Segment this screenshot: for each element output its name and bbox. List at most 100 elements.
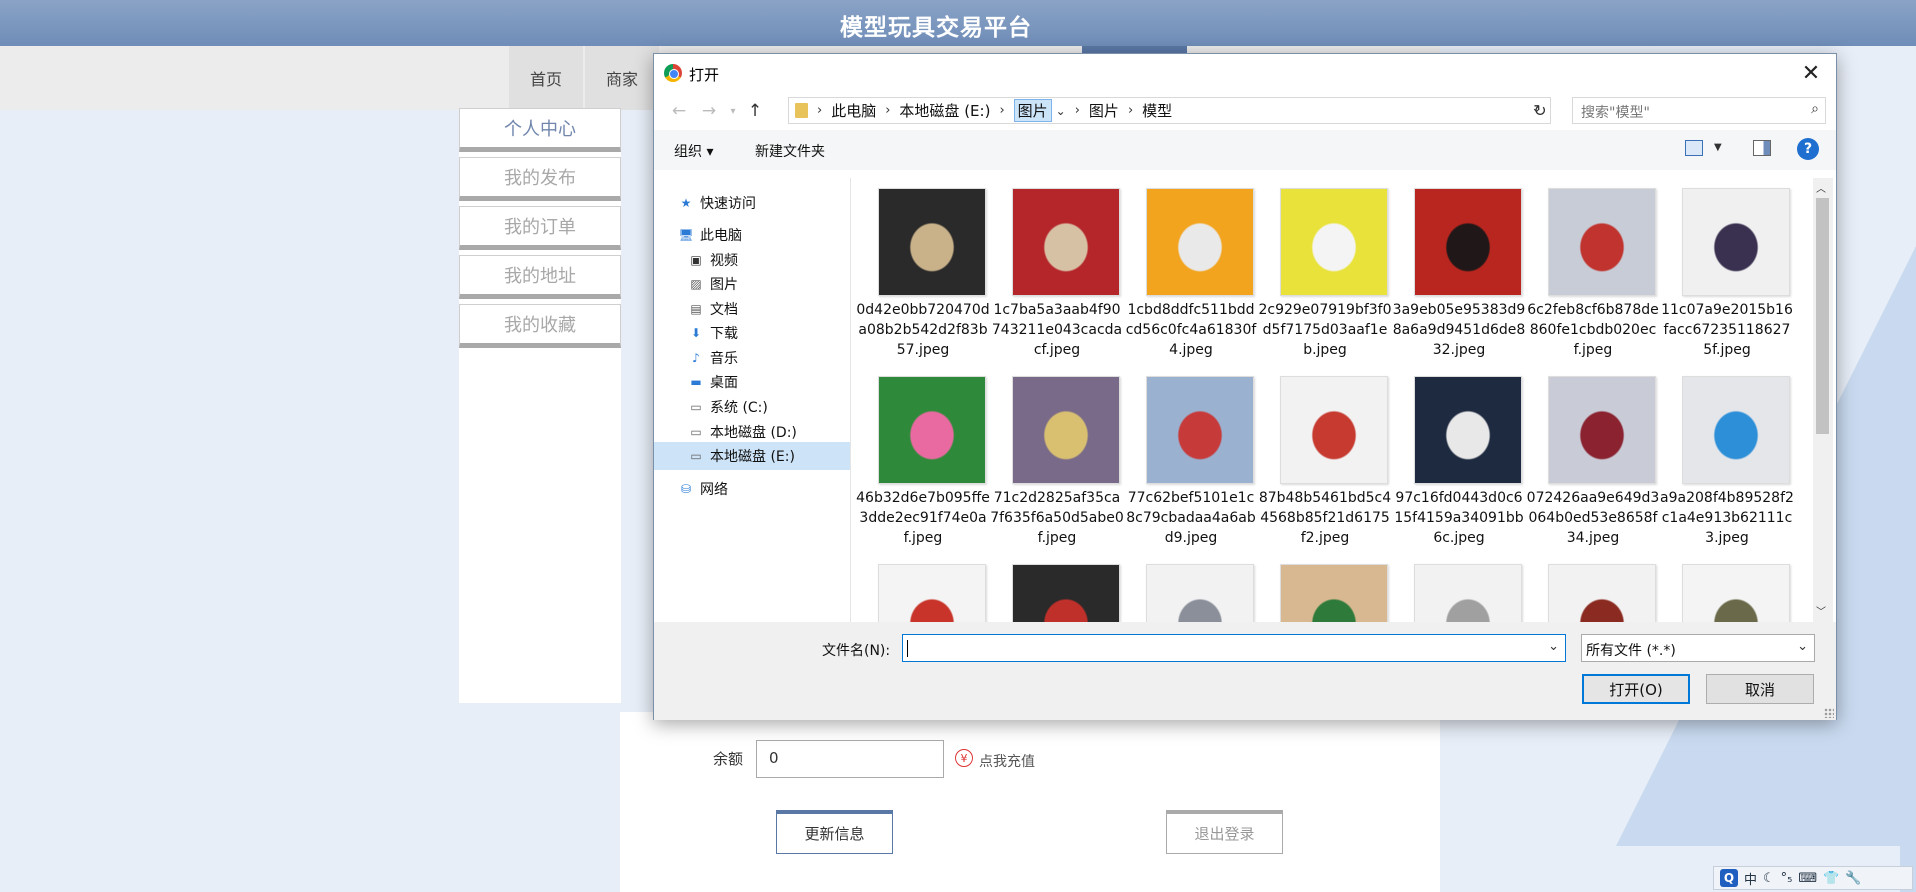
nav-pane-item[interactable]: 🖥 此电脑 [654, 221, 850, 249]
recharge-link[interactable]: 点我充值 [979, 751, 1035, 771]
view-dropdown-icon[interactable]: ▼ [1714, 142, 1722, 153]
update-info-button[interactable]: 更新信息 [776, 810, 893, 854]
balance-field[interactable]: 0 [756, 740, 944, 778]
nav-pane-item[interactable]: ⬇ 下载 [654, 319, 850, 347]
file-item[interactable] [1526, 554, 1660, 622]
filename-input[interactable]: ⌄ [902, 634, 1566, 662]
tray-icon[interactable]: 中 [1744, 869, 1757, 888]
file-thumbnail [1280, 564, 1388, 622]
recent-dropdown-icon[interactable]: ▾ [722, 100, 744, 122]
breadcrumb-pictures-highlighted[interactable]: 图片 [1013, 99, 1052, 122]
scroll-up-icon[interactable]: ︿ [1816, 180, 1826, 195]
file-item[interactable]: 2c929e07919bf3f0d5f7175d03aaf1eb.jpeg [1258, 178, 1392, 366]
organize-menu[interactable]: 组织 ▾ [674, 141, 713, 161]
breadcrumb-models[interactable]: 模型 [1142, 100, 1172, 121]
file-item[interactable]: 3a9eb05e95383d98a6a9d9451d6de832.jpeg [1392, 178, 1526, 366]
nav-pane-item[interactable]: ▭ 系统 (C:) [654, 393, 850, 421]
forward-arrow-icon[interactable]: → [698, 100, 720, 122]
tray-icon[interactable]: °₅ [1781, 871, 1793, 886]
address-bar[interactable]: › 此电脑 › 本地磁盘 (E:) › 图片 ⌄ › 图片 › 模型 ⌄ [788, 97, 1551, 124]
tray-icon[interactable]: 🔧 [1845, 871, 1861, 886]
open-button[interactable]: 打开(O) [1582, 674, 1690, 704]
file-item[interactable] [856, 554, 990, 622]
search-icon: ⌕ [1811, 101, 1819, 117]
dialog-footer: 文件名(N): ⌄ 所有文件 (*.*) ⌄ 打开(O) 取消 [654, 622, 1836, 720]
nav-merchant[interactable]: 商家 [585, 46, 659, 110]
file-item[interactable]: 11c07a9e2015b16facc672351186275f.jpeg [1660, 178, 1794, 366]
nav-pane-item[interactable]: ▭ 本地磁盘 (E:) [654, 442, 850, 470]
file-thumbnail [1012, 564, 1120, 622]
file-item[interactable] [1392, 554, 1526, 622]
back-arrow-icon[interactable]: ← [668, 100, 690, 122]
file-item[interactable]: 87b48b5461bd5c44568b85f21d6175f2.jpeg [1258, 366, 1392, 554]
nav-pane-item[interactable]: ★ 快速访问 [654, 189, 850, 217]
chevron-down-icon[interactable]: ⌄ [1056, 104, 1066, 118]
nav-pane-item[interactable]: ⛁ 网络 [654, 475, 850, 503]
yen-icon[interactable]: ¥ [955, 749, 973, 767]
file-name: 71c2d2825af35ca7f635f6a50d5abe0f.jpeg [990, 490, 1124, 546]
up-arrow-icon[interactable]: ↑ [744, 100, 766, 122]
file-thumbnail [1548, 188, 1656, 296]
breadcrumb-this-pc[interactable]: 此电脑 [831, 100, 876, 121]
filename-dropdown-icon[interactable]: ⌄ [1548, 639, 1559, 654]
file-item[interactable] [1124, 554, 1258, 622]
view-mode-icon[interactable] [1685, 140, 1703, 156]
resize-grip-icon[interactable] [1824, 708, 1834, 718]
file-item[interactable]: 1cbd8ddfc511bddcd56c0fc4a61830f4.jpeg [1124, 178, 1258, 366]
new-folder-button[interactable]: 新建文件夹 [755, 141, 825, 161]
file-item[interactable]: 6c2feb8cf6b878de860fe1cbdb020ecf.jpeg [1526, 178, 1660, 366]
file-item[interactable]: 71c2d2825af35ca7f635f6a50d5abe0f.jpeg [990, 366, 1124, 554]
sidebar-item-publish[interactable]: 我的发布 [459, 157, 621, 201]
breadcrumb-pictures[interactable]: 图片 [1089, 100, 1119, 121]
file-open-dialog: 打开 ✕ ← → ▾ ↑ › 此电脑 › 本地磁盘 (E:) › 图片 ⌄ › … [653, 53, 1837, 720]
desktop-icon: ▬ [690, 375, 702, 389]
nav-pane-item[interactable]: ▬ 桌面 [654, 368, 850, 396]
file-thumbnail [878, 188, 986, 296]
dialog-titlebar: 打开 ✕ [654, 54, 1836, 92]
vertical-scrollbar[interactable]: ︿ ﹀ [1813, 178, 1833, 622]
documents-icon: ▤ [690, 302, 702, 316]
file-item[interactable]: 97c16fd0443d0c615f4159a34091bb6c.jpeg [1392, 366, 1526, 554]
file-item[interactable] [1258, 554, 1392, 622]
sidebar-item-orders[interactable]: 我的订单 [459, 206, 621, 250]
tray-icon[interactable]: 👕 [1823, 871, 1839, 886]
file-item[interactable]: 1c7ba5a3aab4f90743211e043cacdacf.jpeg [990, 178, 1124, 366]
file-item[interactable] [990, 554, 1124, 622]
file-name: 2c929e07919bf3f0d5f7175d03aaf1eb.jpeg [1258, 302, 1392, 358]
music-icon: ♪ [692, 351, 700, 365]
file-list-pane: 0d42e0bb720470da08b2b542d2f83b57.jpeg 1c7… [856, 178, 1810, 622]
file-item[interactable]: 77c62bef5101e1c8c79cbadaa4a6abd9.jpeg [1124, 366, 1258, 554]
balance-label: 余额 [713, 750, 744, 768]
file-thumbnail [878, 564, 986, 622]
nav-home[interactable]: 首页 [509, 46, 583, 110]
navigation-pane: ★ 快速访问 🖥 此电脑 ▣ 视频 ▨ 图片 ▤ 文档 ⬇ 下载 ♪ 音乐 ▬ 桌面 ▭ 系统 (C:) ▭ 本地磁盘… [654, 178, 851, 622]
preview-pane-icon[interactable] [1753, 140, 1771, 156]
sidebar-item-profile[interactable]: 个人中心 [459, 108, 621, 152]
sidebar-item-favorites[interactable]: 我的收藏 [459, 304, 621, 348]
file-item[interactable]: a9a208f4b89528f2c1a4e913b62111c3.jpeg [1660, 366, 1794, 554]
file-item[interactable]: 072426aa9e649d3064b0ed53e8658f34.jpeg [1526, 366, 1660, 554]
file-thumbnail [1414, 564, 1522, 622]
file-name: 11c07a9e2015b16facc672351186275f.jpeg [1661, 302, 1793, 358]
file-item[interactable]: 46b32d6e7b095ffe3dde2ec91f74e0af.jpeg [856, 366, 990, 554]
file-item[interactable] [1660, 554, 1794, 622]
cancel-button[interactable]: 取消 [1706, 674, 1814, 704]
address-row: ← → ▾ ↑ › 此电脑 › 本地磁盘 (E:) › 图片 ⌄ › 图片 › … [654, 92, 1836, 130]
tray-icon[interactable]: ☾ [1763, 871, 1775, 886]
file-item[interactable]: 0d42e0bb720470da08b2b542d2f83b57.jpeg [856, 178, 990, 366]
close-icon[interactable]: ✕ [1794, 58, 1828, 88]
help-icon[interactable]: ? [1797, 138, 1819, 160]
refresh-icon[interactable]: ↻ [1530, 100, 1550, 120]
search-input[interactable]: 搜索"模型" ⌕ [1572, 97, 1826, 124]
filetype-dropdown-icon[interactable]: ⌄ [1797, 639, 1808, 654]
tray-icon[interactable]: Q [1720, 869, 1738, 887]
scroll-down-icon[interactable]: ﹀ [1816, 603, 1826, 618]
sidebar-item-address[interactable]: 我的地址 [459, 255, 621, 299]
nav-pane-item[interactable]: ▨ 图片 [654, 270, 850, 298]
filetype-select[interactable]: 所有文件 (*.*) ⌄ [1581, 634, 1815, 662]
scrollbar-thumb[interactable] [1816, 198, 1829, 434]
logout-button[interactable]: 退出登录 [1166, 810, 1283, 854]
tray-icon[interactable]: ⌨ [1798, 871, 1817, 886]
breadcrumb-drive-e[interactable]: 本地磁盘 (E:) [899, 100, 990, 121]
nav-pane-label: 系统 (C:) [710, 400, 768, 416]
